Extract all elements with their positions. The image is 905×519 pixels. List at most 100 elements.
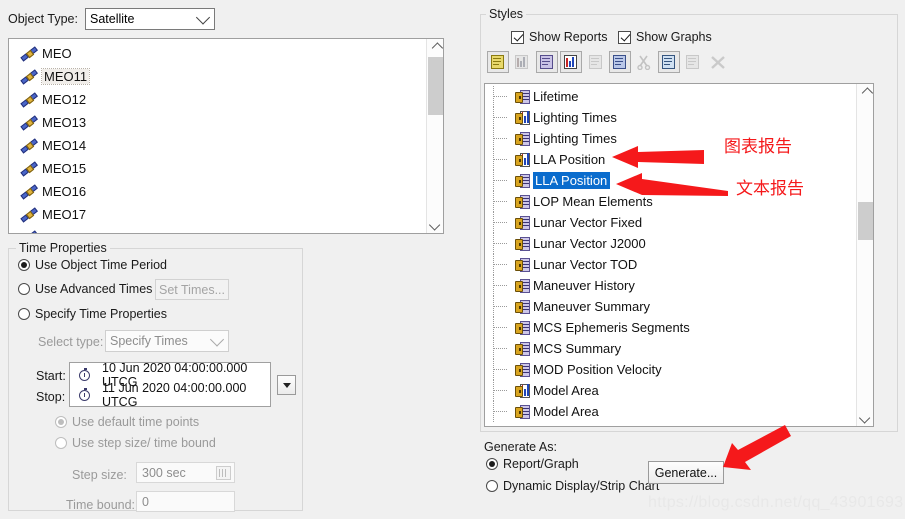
open-style-button[interactable] xyxy=(585,51,607,73)
scroll-thumb[interactable] xyxy=(428,57,443,115)
list-item[interactable]: MEO xyxy=(9,42,443,65)
list-item[interactable]: Model Area xyxy=(485,401,873,422)
clock-icon xyxy=(79,367,90,381)
checkbox-show-reports[interactable]: Show Reports xyxy=(511,30,608,44)
paste-icon xyxy=(685,54,701,70)
scroll-down-icon[interactable] xyxy=(857,409,873,426)
list-item[interactable]: Lifetime xyxy=(485,86,873,107)
list-item[interactable]: Lunar Vector TOD xyxy=(485,254,873,275)
new-report-button[interactable] xyxy=(487,51,509,73)
list-item[interactable]: MEO14 xyxy=(9,134,443,157)
set-times-button[interactable]: Set Times... xyxy=(155,279,229,300)
delete-icon xyxy=(710,55,726,70)
time-range-dropdown-button[interactable] xyxy=(277,375,296,395)
new-graph-icon xyxy=(514,54,530,70)
stepper-icon[interactable] xyxy=(216,465,231,480)
list-item-label: MEO14 xyxy=(42,138,87,153)
copy-style-icon xyxy=(612,54,628,70)
radio-use-step-size-time-bound[interactable]: Use step size/ time bound xyxy=(55,436,216,450)
scroll-up-icon[interactable] xyxy=(427,39,443,56)
checkbox-show-graphs[interactable]: Show Graphs xyxy=(618,30,712,44)
graph-icon xyxy=(515,152,531,167)
list-item-label: MEO xyxy=(42,46,72,61)
paste-button[interactable] xyxy=(682,51,704,73)
radio-dot xyxy=(486,480,498,492)
cut-button[interactable] xyxy=(633,51,655,73)
list-item[interactable]: MEO15 xyxy=(9,157,443,180)
step-size-label: Step size: xyxy=(72,468,127,482)
generate-button[interactable]: Generate... xyxy=(648,461,724,484)
list-item[interactable]: MEO13 xyxy=(9,111,443,134)
duplicate-report-button[interactable] xyxy=(535,51,558,73)
radio-use-object-time-period[interactable]: Use Object Time Period xyxy=(18,258,167,272)
list-item[interactable]: MEO16 xyxy=(9,180,443,203)
scroll-up-icon[interactable] xyxy=(857,84,873,101)
radio-dot xyxy=(18,259,30,271)
radio-report-graph[interactable]: Report/Graph xyxy=(486,457,579,471)
open-style-icon xyxy=(588,54,604,70)
list-item[interactable]: MEO11 xyxy=(9,65,443,88)
time-bound-value: 0 xyxy=(142,494,149,509)
list-item[interactable]: MCS Summary xyxy=(485,338,873,359)
styles-list[interactable]: Lifetime Lighting Times Lighting Times LLA … xyxy=(484,83,874,427)
list-item[interactable]: MOD Position Velocity xyxy=(485,359,873,380)
delete-button[interactable] xyxy=(707,51,729,73)
copy-icon xyxy=(661,54,677,70)
object-list-scrollbar[interactable] xyxy=(426,39,443,233)
report-icon xyxy=(515,257,531,272)
list-item-label: Lunar Vector J2000 xyxy=(533,236,646,251)
tree-connector xyxy=(485,380,515,401)
tree-connector xyxy=(485,338,515,359)
annotation-arrow-text-report xyxy=(616,173,728,196)
radio-use-default-time-points[interactable]: Use default time points xyxy=(55,415,199,429)
tree-connector xyxy=(485,149,515,170)
object-list[interactable]: MEO MEO11 MEO12 MEO13 MEO14 MEO15 MEO16 MEO17 ME… xyxy=(8,38,444,234)
copy-style-button[interactable] xyxy=(609,51,631,73)
scroll-down-icon[interactable] xyxy=(427,216,443,233)
list-item-label: LLA Position xyxy=(533,172,611,189)
object-type-value: Satellite xyxy=(90,12,135,26)
list-item-label: MOD Position Velocity xyxy=(533,362,662,377)
radio-dot xyxy=(55,437,67,449)
new-graph-button[interactable] xyxy=(511,51,533,73)
object-type-combo[interactable]: Satellite xyxy=(85,8,215,30)
clock-icon xyxy=(79,387,90,401)
annotation-text-report-label: 文本报告 xyxy=(736,179,804,199)
list-item-label: Maneuver History xyxy=(533,278,635,293)
time-bound-field[interactable]: 0 xyxy=(136,491,235,512)
list-item-label: MEO17 xyxy=(42,207,87,222)
list-item[interactable]: MCS Ephemeris Segments xyxy=(485,317,873,338)
list-item[interactable]: Lunar Vector J2000 xyxy=(485,233,873,254)
scroll-thumb[interactable] xyxy=(858,202,873,240)
duplicate-report-icon xyxy=(539,54,555,70)
tree-connector xyxy=(485,170,515,191)
list-item[interactable]: Maneuver Summary xyxy=(485,296,873,317)
stop-time-row[interactable]: 11 Jun 2020 04:00:00.000 UTCG xyxy=(70,381,270,409)
list-item[interactable]: Maneuver History xyxy=(485,275,873,296)
graph-icon xyxy=(515,110,531,125)
list-item-label: MEO12 xyxy=(42,92,87,107)
list-item[interactable]: Lunar Vector Fixed xyxy=(485,212,873,233)
annotation-arrow-generate xyxy=(723,425,791,470)
time-range-box[interactable]: 10 Jun 2020 04:00:00.000 UTCG 11 Jun 202… xyxy=(69,361,271,409)
styles-list-scrollbar[interactable] xyxy=(856,84,873,426)
radio-dot xyxy=(18,308,30,320)
radio-use-advanced-times[interactable]: Use Advanced Times xyxy=(18,282,152,296)
duplicate-graph-icon xyxy=(563,54,579,70)
copy-button[interactable] xyxy=(657,51,680,73)
new-report-icon xyxy=(490,54,506,70)
list-item[interactable]: MEO12 xyxy=(9,88,443,111)
tree-connector xyxy=(485,359,515,380)
duplicate-graph-button[interactable] xyxy=(560,51,583,73)
list-item[interactable]: MEO17 xyxy=(9,203,443,226)
report-icon xyxy=(515,131,531,146)
list-item[interactable]: Lighting Times xyxy=(485,107,873,128)
report-icon xyxy=(515,299,531,314)
list-item[interactable]: MEO18 xyxy=(9,226,443,233)
select-type-combo[interactable]: Specify Times xyxy=(105,330,229,352)
step-size-value: 300 sec xyxy=(142,465,186,480)
radio-dynamic-display-strip-chart[interactable]: Dynamic Display/Strip Chart xyxy=(486,479,659,493)
list-item[interactable]: Model Area xyxy=(485,380,873,401)
step-size-field[interactable]: 300 sec xyxy=(136,462,235,483)
radio-specify-time-properties[interactable]: Specify Time Properties xyxy=(18,307,167,321)
